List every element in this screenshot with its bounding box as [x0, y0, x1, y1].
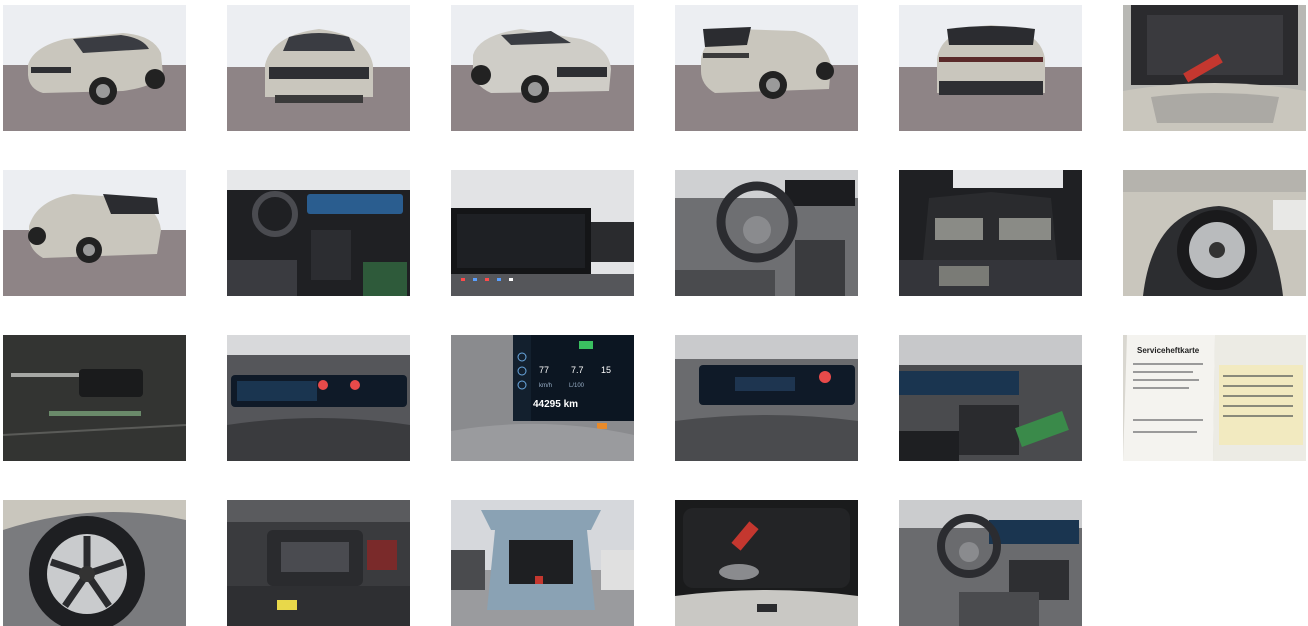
- photo-thumbnail-22[interactable]: [675, 500, 858, 626]
- booklet-heading: Serviceheftkarte: [1137, 346, 1200, 355]
- wheel-arch-image: [1123, 170, 1306, 296]
- photo-thumbnail-4[interactable]: [675, 5, 858, 131]
- odometer-image: 77 7.7 15 km/h L/100 44295 km: [451, 335, 634, 461]
- photo-thumbnail-3[interactable]: [451, 5, 634, 131]
- steering-wheel-image: [675, 170, 858, 296]
- photo-thumbnail-6[interactable]: [1123, 5, 1306, 131]
- photo-thumbnail-5[interactable]: [899, 5, 1082, 131]
- wheel-tire-image: [3, 500, 186, 626]
- instrument-cluster-image: [227, 335, 410, 461]
- instrument-cluster-image-2: [675, 335, 858, 461]
- photo-thumbnail-17[interactable]: [899, 335, 1082, 461]
- service-booklet-image: Serviceheftkarte: [1123, 335, 1306, 461]
- odometer-unit-speed: km/h: [539, 383, 552, 389]
- car-rear-left-image: [3, 170, 186, 296]
- photo-gallery: 77 7.7 15 km/h L/100 44295 km Servicehef…: [0, 0, 1308, 626]
- photo-thumbnail-11[interactable]: [899, 170, 1082, 296]
- odometer-value-consumption: 7.7: [571, 365, 584, 375]
- infotainment-screen-image: [451, 170, 634, 296]
- photo-thumbnail-20[interactable]: [227, 500, 410, 626]
- photo-thumbnail-7[interactable]: [3, 170, 186, 296]
- photo-thumbnail-12[interactable]: [1123, 170, 1306, 296]
- odometer-reading: 44295 km: [533, 399, 578, 410]
- photo-thumbnail-16[interactable]: [675, 335, 858, 461]
- photo-thumbnail-13[interactable]: [3, 335, 186, 461]
- car-rear-image: [899, 5, 1082, 131]
- car-front-right-image: [451, 5, 634, 131]
- odometer-value-speed: 77: [539, 365, 549, 375]
- trunk-open-image: [1123, 5, 1306, 131]
- interior-driver-side-image: [899, 500, 1082, 626]
- car-front-left-image: [3, 5, 186, 131]
- photo-thumbnail-19[interactable]: [3, 500, 186, 626]
- car-rear-left-image: [675, 5, 858, 131]
- engine-bay-image: [227, 500, 410, 626]
- photo-thumbnail-9[interactable]: [451, 170, 634, 296]
- photo-thumbnail-14[interactable]: [227, 335, 410, 461]
- center-console-image: [899, 335, 1082, 461]
- trunk-open-rear-image: [451, 500, 634, 626]
- windshield-vin-image: [3, 335, 186, 461]
- photo-thumbnail-23[interactable]: [899, 500, 1082, 626]
- spare-wheel-well-image: [675, 500, 858, 626]
- photo-thumbnail-18[interactable]: Serviceheftkarte: [1123, 335, 1306, 461]
- photo-thumbnail-8[interactable]: [227, 170, 410, 296]
- odometer-value-range: 15: [601, 365, 611, 375]
- photo-thumbnail-2[interactable]: [227, 5, 410, 131]
- photo-thumbnail-1[interactable]: [3, 5, 186, 131]
- rear-seats-image: [899, 170, 1082, 296]
- car-front-image: [227, 5, 410, 131]
- photo-thumbnail-21[interactable]: [451, 500, 634, 626]
- photo-thumbnail-10[interactable]: [675, 170, 858, 296]
- odometer-unit-consumption: L/100: [569, 383, 585, 389]
- interior-dashboard-image: [227, 170, 410, 296]
- photo-thumbnail-15[interactable]: 77 7.7 15 km/h L/100 44295 km: [451, 335, 634, 461]
